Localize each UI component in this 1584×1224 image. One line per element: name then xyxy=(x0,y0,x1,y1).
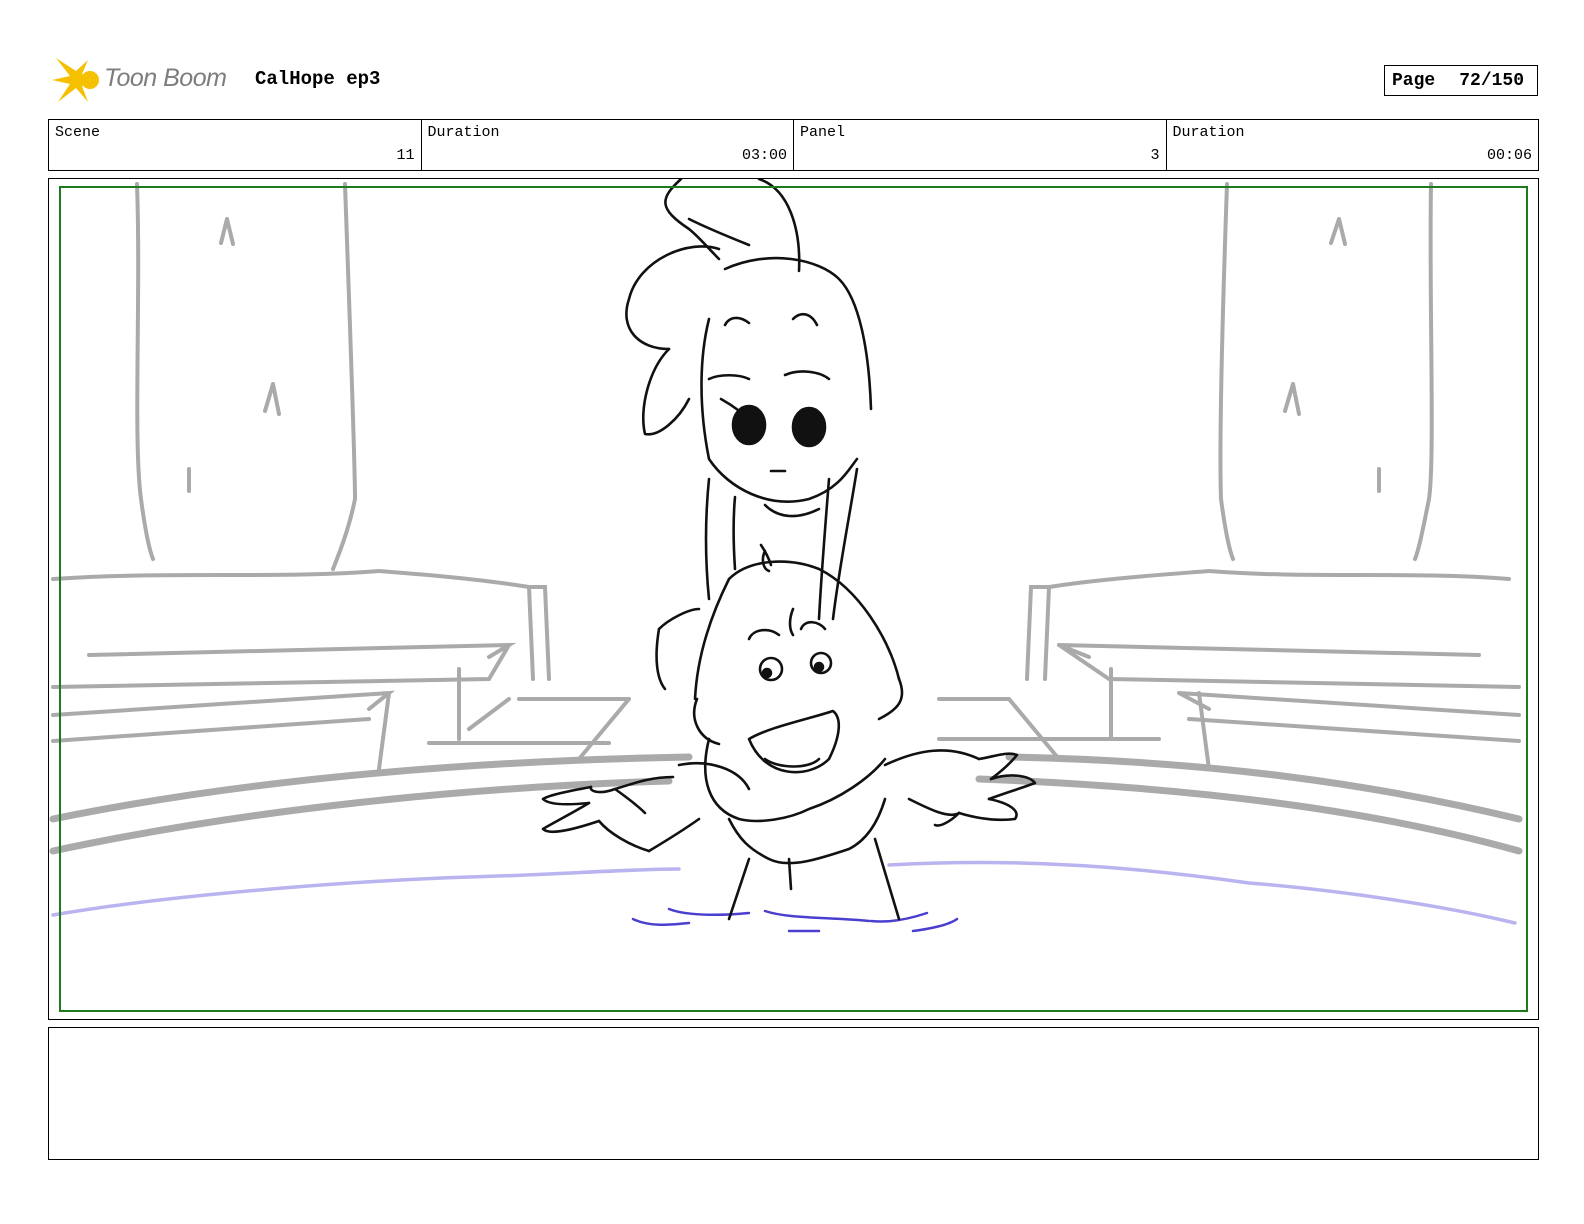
panel-cell: Panel 3 xyxy=(794,120,1167,170)
scene-duration-label: Duration xyxy=(427,124,500,141)
scene-duration-value: 03:00 xyxy=(741,147,787,164)
scene-cell: Scene 11 xyxy=(49,120,422,170)
panel-duration-cell: Duration 00:06 xyxy=(1167,120,1539,170)
logo-text: Toon Boom xyxy=(104,64,227,92)
panel-duration-value: 00:06 xyxy=(1486,147,1532,164)
project-title: CalHope ep3 xyxy=(255,68,381,90)
page-label: Page xyxy=(1392,70,1436,91)
scene-duration-cell: Duration 03:00 xyxy=(422,120,794,170)
panel-label: Panel xyxy=(800,124,846,141)
page-number: 72/150 xyxy=(1459,70,1525,91)
panel-info-row: Scene 11 Duration 03:00 Panel 3 Duration… xyxy=(48,119,1539,171)
panel-duration-label: Duration xyxy=(1172,124,1245,141)
toon-boom-logo: Toon Boom xyxy=(52,54,242,108)
scene-value: 11 xyxy=(396,147,415,164)
storyboard-panel xyxy=(48,178,1539,1020)
scene-label: Scene xyxy=(55,124,101,141)
star-burst-icon xyxy=(52,58,99,102)
panel-value: 3 xyxy=(1150,147,1160,164)
caption-box xyxy=(48,1027,1539,1160)
safe-area-frame xyxy=(59,186,1528,1012)
page-indicator: Page 72/150 xyxy=(1384,65,1538,96)
